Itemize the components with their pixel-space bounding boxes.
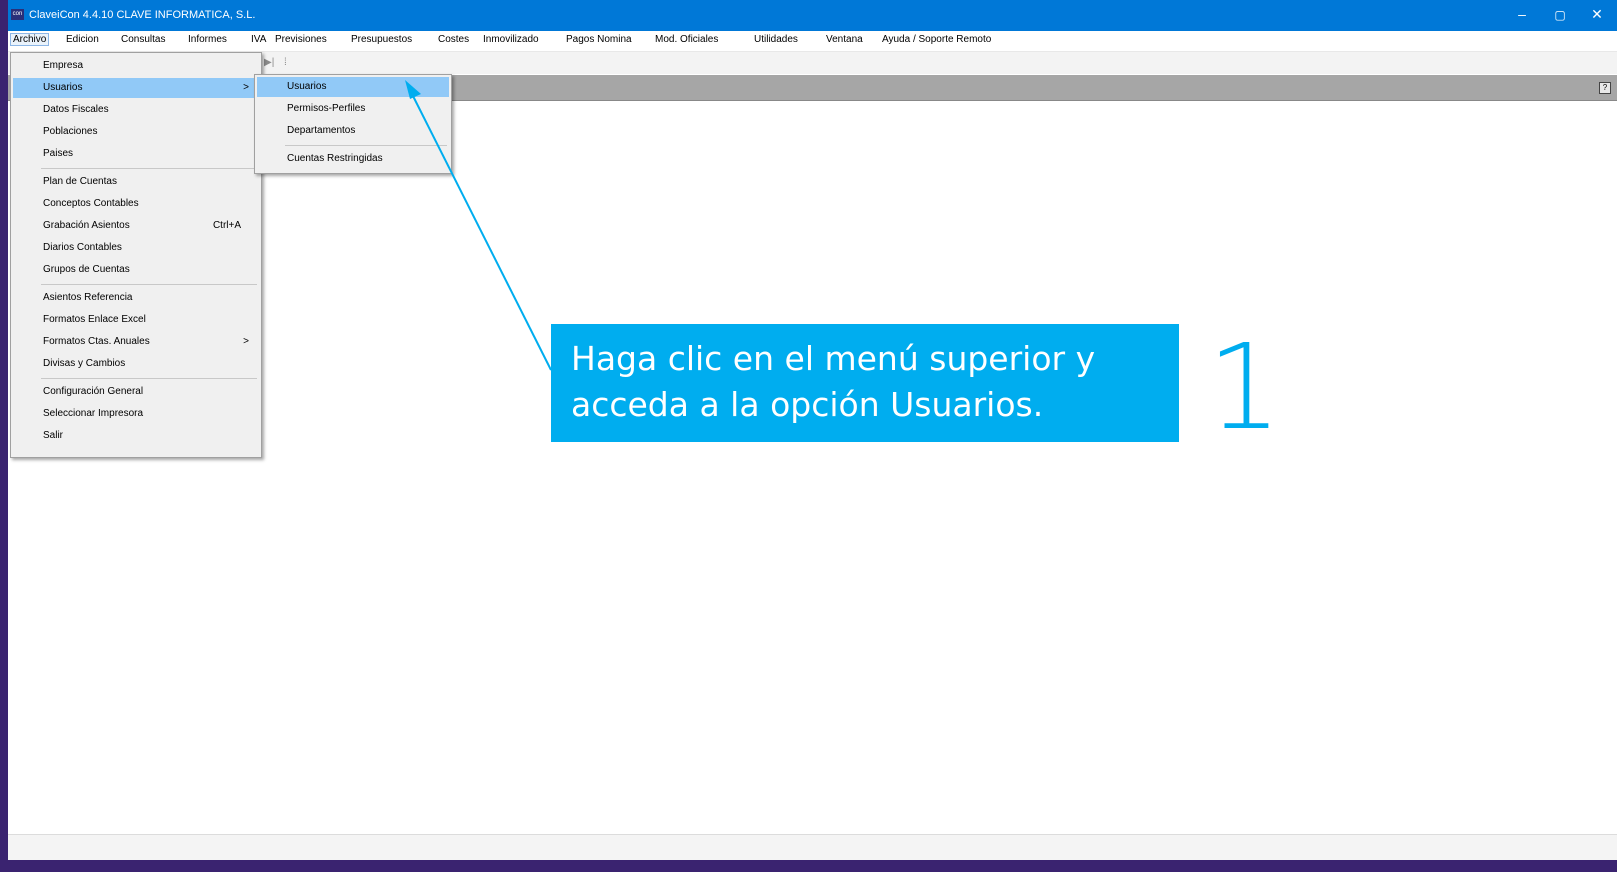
callout-line-1: Haga clic en el menú superior y [571, 339, 1096, 378]
instruction-callout: Haga clic en el menú superior y acceda a… [551, 324, 1179, 442]
callout-line-2: acceda a la opción Usuarios. [571, 385, 1044, 424]
step-number: 1 [1207, 318, 1283, 456]
